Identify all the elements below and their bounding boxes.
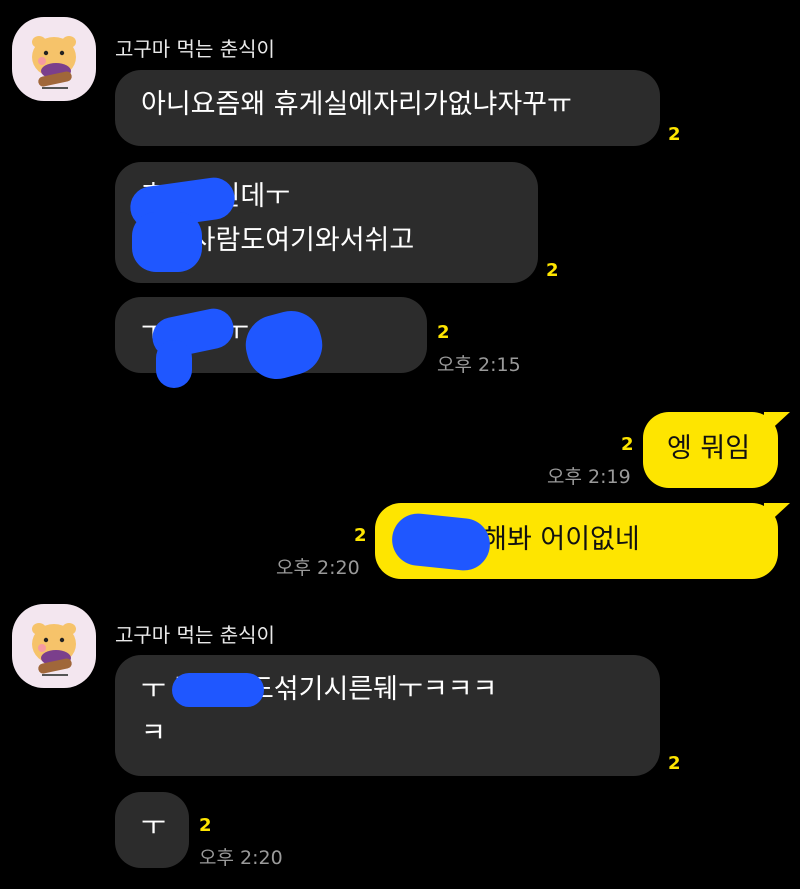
unread-count: 2 <box>668 753 681 774</box>
message-bubble-1[interactable]: 아니요즘왜 휴게실에자리가없냐자꾸ㅠ <box>115 70 660 146</box>
chunsik-avatar-icon <box>32 36 76 89</box>
my-message-bubble-1[interactable]: 엥 뭐임 <box>643 412 778 488</box>
sender-avatar[interactable] <box>12 17 96 101</box>
unread-count: 2 <box>621 434 634 455</box>
sender-name: 고구마 먹는 춘식이 <box>115 623 275 647</box>
message-text: 아니요즘왜 휴게실에자리가없냐자꾸ㅠ <box>141 89 572 120</box>
redaction-mark <box>132 212 202 272</box>
chunsik-avatar-icon <box>32 623 76 676</box>
redaction-mark <box>172 673 264 707</box>
unread-count: 2 <box>354 525 367 546</box>
message-timestamp: 오후 2:15 <box>437 354 521 376</box>
unread-count: 2 <box>668 124 681 145</box>
message-bubble-5[interactable]: ㅜ <box>115 792 189 868</box>
unread-count: 2 <box>199 815 212 836</box>
redaction-mark <box>156 340 192 388</box>
message-text: ㅜ <box>141 811 166 842</box>
unread-count: 2 <box>437 322 450 343</box>
sender-avatar[interactable] <box>12 604 96 688</box>
sender-name: 고구마 먹는 춘식이 <box>115 37 275 61</box>
message-text: 엥 뭐임 <box>667 433 751 464</box>
message-timestamp: 오후 2:20 <box>276 557 360 579</box>
message-timestamp: 오후 2:19 <box>547 466 631 488</box>
message-text: ㅋ <box>141 718 166 749</box>
unread-count: 2 <box>546 260 559 281</box>
message-timestamp: 오후 2:20 <box>199 847 283 869</box>
